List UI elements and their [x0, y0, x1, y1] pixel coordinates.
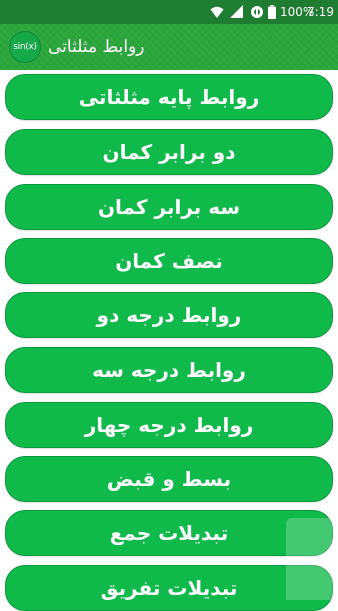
menu-button-difference-transform[interactable]: تبدیلات تفریق [5, 565, 333, 611]
menu-button-half-angle[interactable]: نصف کمان [5, 238, 333, 284]
clock: 7:19 [307, 5, 334, 19]
menu-button-triple-angle[interactable]: سه برابر کمان [5, 184, 333, 230]
wifi-icon [210, 5, 224, 22]
app-title: روابط مثلثاتی [48, 37, 145, 57]
menu-button-double-angle[interactable]: دو برابر کمان [5, 129, 333, 175]
menu-button-second-degree[interactable]: روابط درجه دو [5, 292, 333, 338]
battery-icon [268, 5, 276, 22]
menu-button-fourth-degree[interactable]: روابط درجه چهار [5, 402, 333, 448]
data-saver-icon [250, 5, 264, 22]
menu-button-expand-factor[interactable]: بسط و قبض [5, 456, 333, 502]
app-bar: sin(x) روابط مثلثاتی [0, 24, 338, 70]
status-bar: 100% 7:19 [0, 0, 338, 24]
app-logo: sin(x) [9, 31, 41, 63]
menu-button-sum-transform[interactable]: تبدیلات جمع [5, 510, 333, 556]
menu-button-third-degree[interactable]: روابط درجه سه [5, 347, 333, 393]
cellular-signal-icon [230, 5, 243, 22]
menu-button-basic-relations[interactable]: روابط پایه مثلثاتی [5, 74, 333, 120]
watermark [286, 518, 338, 600]
